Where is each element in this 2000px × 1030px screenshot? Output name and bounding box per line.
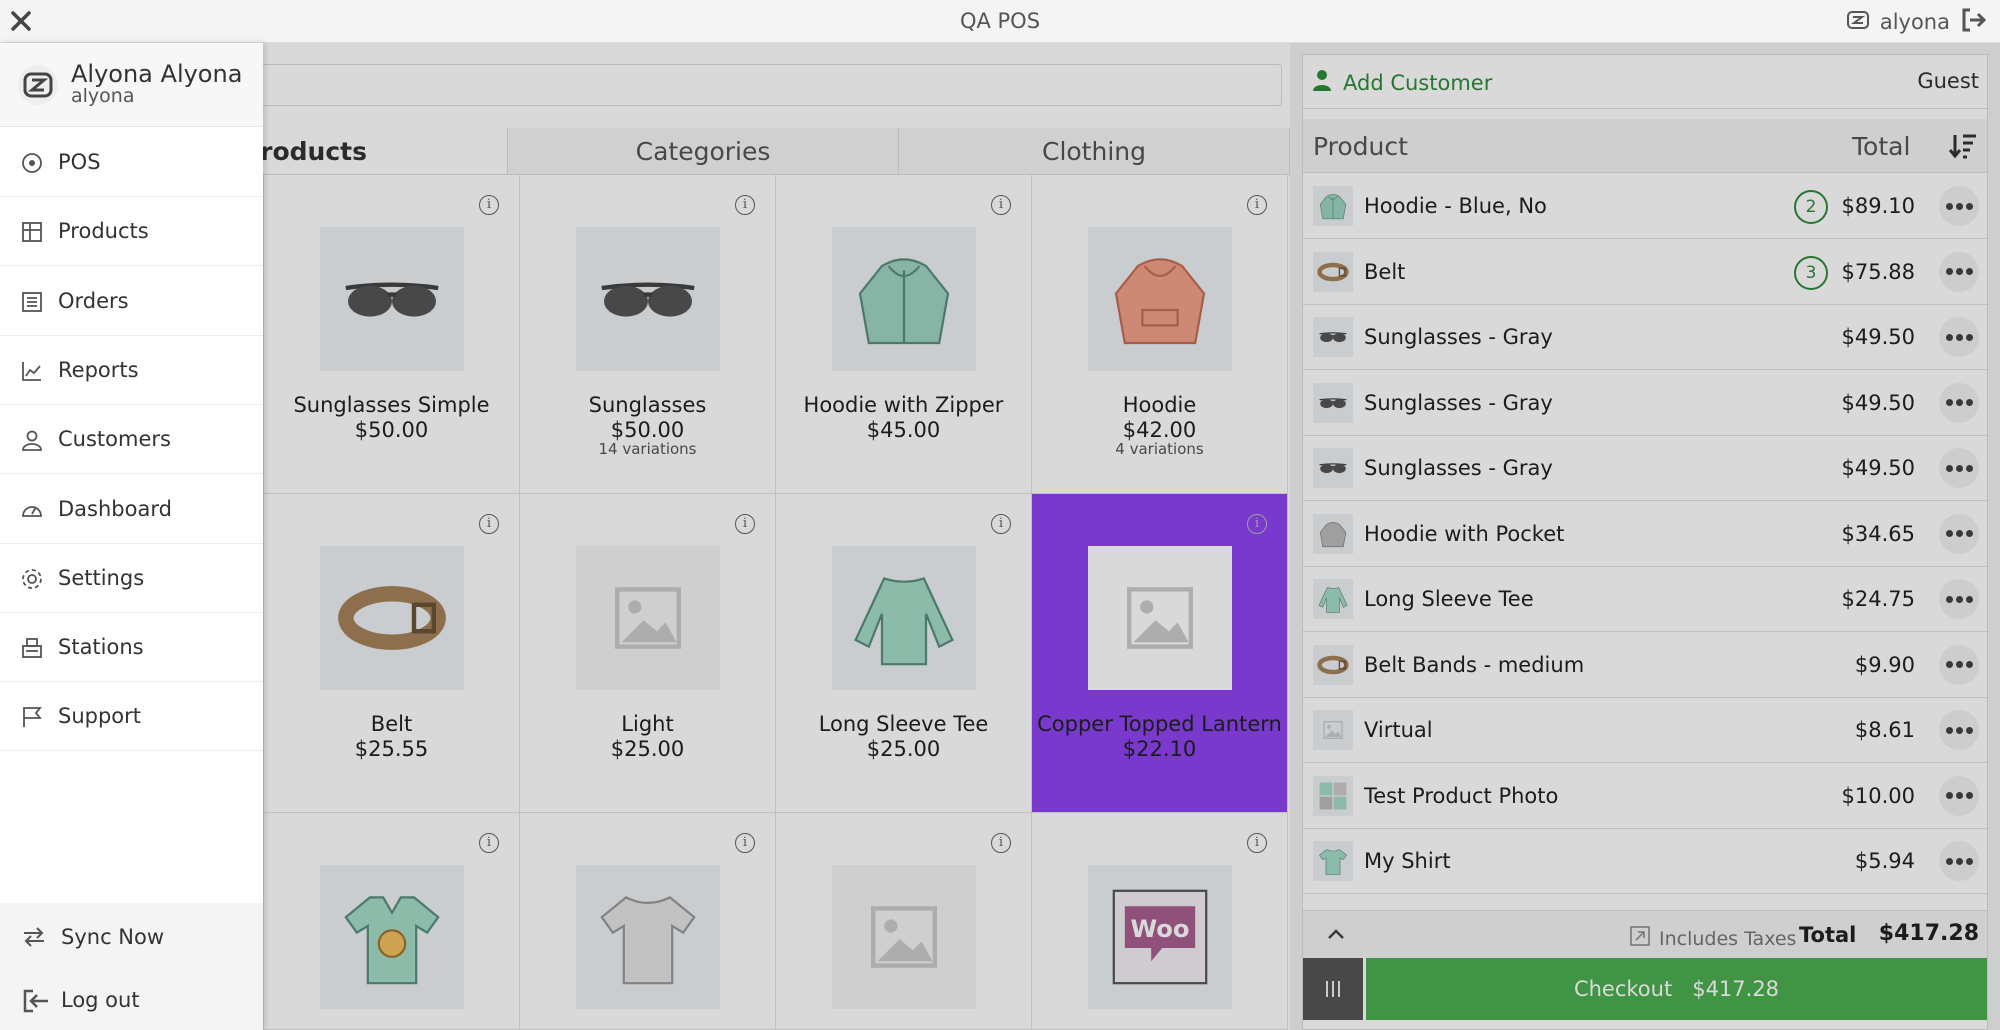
pos-icon (20, 151, 44, 175)
navigation-drawer: Alyona Alyona alyona POS Products Orders Re… (0, 43, 263, 1030)
reports-icon (20, 359, 44, 383)
sync-icon (22, 926, 46, 952)
dashboard-icon (20, 498, 44, 522)
orders-icon (20, 290, 44, 314)
nav-item-pos[interactable]: POS (0, 128, 263, 197)
sync-now-button[interactable]: Sync Now (0, 908, 263, 968)
products-icon (20, 220, 44, 244)
nav-item-label: Stations (58, 635, 144, 660)
nav-item-reports[interactable]: Reports (0, 336, 263, 405)
nav-item-label: POS (58, 150, 101, 174)
logout-icon (22, 989, 50, 1017)
title-bar: QA POS alyona (0, 0, 2000, 43)
station-icon (1846, 10, 1870, 35)
nav-item-support[interactable]: Support (0, 682, 263, 752)
drawer-user-name: Alyona Alyona (71, 60, 243, 88)
nav-item-label: Dashboard (58, 496, 172, 521)
logout-icon[interactable] (1960, 7, 1988, 38)
support-icon (20, 705, 44, 729)
nav-item-label: Orders (58, 288, 129, 313)
nav-item-label: Support (58, 704, 142, 729)
drawer-header: Alyona Alyona alyona (0, 43, 263, 127)
app-title: QA POS (959, 9, 1041, 33)
sync-now-label: Sync Now (61, 925, 165, 949)
nav-item-label: Settings (58, 565, 145, 590)
logout-label: Log out (61, 988, 140, 1012)
nav-item-orders[interactable]: Orders (0, 267, 263, 336)
avatar (18, 65, 58, 105)
nav-item-customers[interactable]: Customers (0, 405, 263, 475)
drawer-backdrop[interactable] (263, 43, 2000, 1030)
logout-button[interactable]: Log out (0, 971, 263, 1030)
nav-item-products[interactable]: Products (0, 197, 263, 267)
settings-icon (20, 567, 44, 591)
nav-item-label: Customers (58, 427, 171, 452)
drawer-user-login: alyona (71, 85, 135, 107)
nav-item-settings[interactable]: Settings (0, 544, 263, 613)
stations-icon (20, 636, 44, 660)
nav-item-label: Reports (58, 357, 139, 382)
username: alyona (1879, 10, 1950, 34)
drawer-footer: Sync Now Log out (0, 903, 263, 1030)
nav-item-dashboard[interactable]: Dashboard (0, 475, 263, 544)
user-menu[interactable]: alyona (1846, 8, 1988, 36)
nav-item-label: Products (58, 219, 149, 244)
customers-icon (20, 428, 44, 452)
nav-item-stations[interactable]: Stations (0, 613, 263, 683)
